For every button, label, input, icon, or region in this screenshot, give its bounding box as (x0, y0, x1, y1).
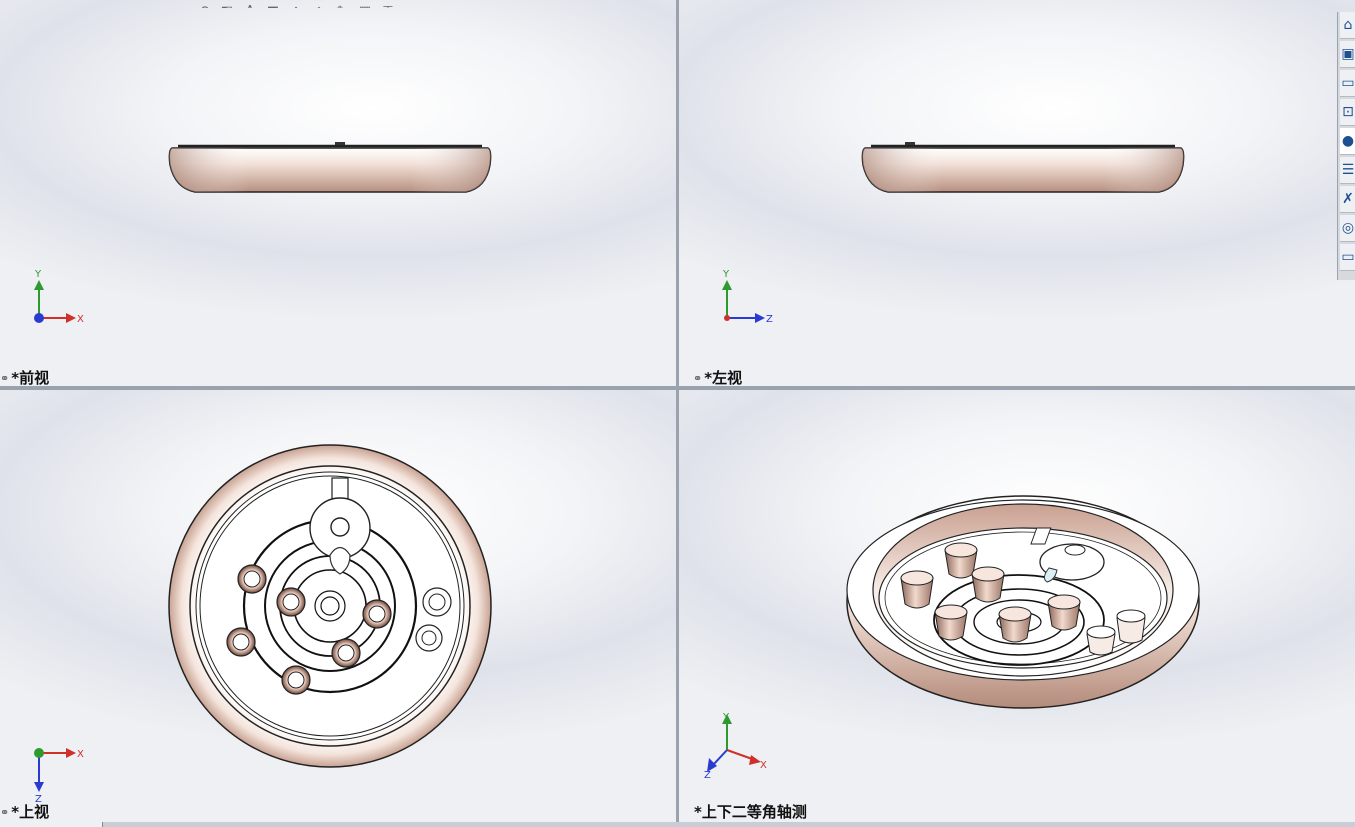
tea-cup (971, 566, 1005, 603)
axis-triad-top: X Z (34, 748, 84, 805)
task-pane-tabs: ⌂ ▣ ▭ ⊡ ● ☰ ✗ ◎ ▭ (1337, 12, 1355, 280)
axis-triad-left: Y Z (722, 269, 773, 325)
forum-icon[interactable]: ▭ (1340, 244, 1355, 271)
svg-text:X: X (77, 749, 84, 760)
front-view-model: Y X (34, 142, 492, 325)
viewport-isometric[interactable]: Y X Z *上下二等角轴测 (679, 390, 1355, 822)
tea-cup (934, 604, 968, 641)
tea-cup (900, 570, 934, 609)
solidworks-resources-icon[interactable]: ◎ (1340, 215, 1355, 242)
viewport-top[interactable]: X Z ⚭ *上视 (0, 390, 676, 822)
view-palette-icon[interactable]: ⊡ (1340, 99, 1355, 126)
svg-text:X: X (77, 314, 84, 325)
svg-text:Y: Y (722, 269, 730, 280)
viewport-label-top[interactable]: ⚭ *上视 (0, 801, 49, 822)
bottom-tab-bar (0, 822, 1355, 827)
3d-parts-icon[interactable]: ▣ (1340, 41, 1355, 68)
svg-text:X: X (760, 760, 767, 771)
link-chain-icon: ⚭ (0, 372, 10, 385)
file-explorer-icon[interactable]: ▭ (1340, 70, 1355, 97)
axis-triad-front: Y X (34, 269, 84, 325)
link-chain-icon: ⚭ (693, 372, 703, 385)
link-chain-icon: ⚭ (0, 806, 10, 819)
left-view-model: Y Z (722, 142, 1185, 325)
tea-cup-upturned (1086, 625, 1116, 656)
viewport-left[interactable]: Y Z ⚭ *左视 (679, 0, 1355, 386)
model-tab-stub[interactable] (0, 822, 103, 827)
tea-cup (1047, 594, 1081, 631)
appearances-icon[interactable]: ● (1340, 128, 1355, 155)
svg-text:Z: Z (766, 314, 773, 325)
viewport-front[interactable]: ⌕⌕↶◧A◩◆◇✎▦⊤ Y X (0, 0, 676, 386)
top-view-model: X Z (34, 444, 492, 805)
svg-text:Y: Y (34, 269, 42, 280)
viewport-label-left[interactable]: ⚭ *左视 (693, 367, 742, 386)
axis-triad-iso: Y X Z (704, 712, 767, 781)
viewport-label-front[interactable]: ⚭ *前视 (0, 367, 49, 386)
tea-cup (998, 606, 1032, 643)
iso-view-model: Y X Z (704, 495, 1200, 781)
svg-text:Z: Z (704, 770, 711, 781)
custom-properties-icon[interactable]: ☰ (1340, 157, 1355, 184)
home-icon[interactable]: ⌂ (1340, 12, 1355, 39)
svg-text:Y: Y (722, 712, 730, 723)
tea-cup-upturned (1116, 609, 1146, 644)
viewport-label-isometric[interactable]: *上下二等角轴测 (694, 801, 807, 822)
design-library-icon[interactable]: ✗ (1340, 186, 1355, 213)
